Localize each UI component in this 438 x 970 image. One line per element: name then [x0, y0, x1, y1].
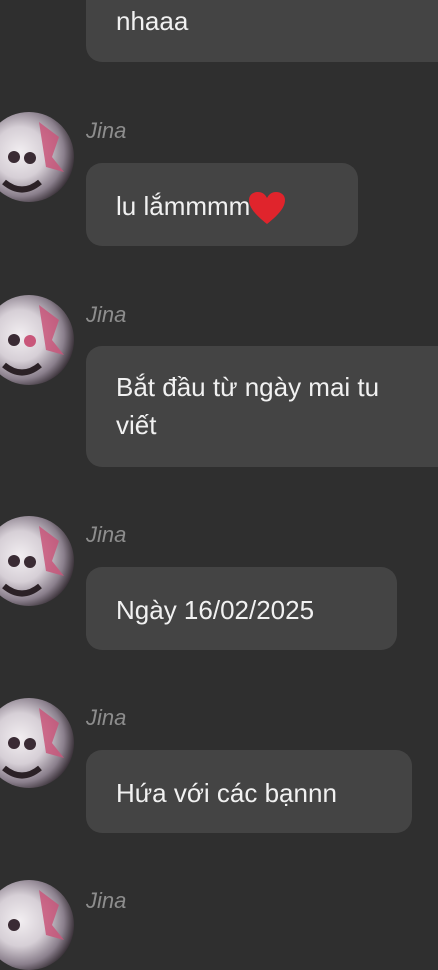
message-bubble[interactable]: Bắt đầu từ ngày mai tu viết	[86, 346, 438, 467]
message-text-line: viết	[116, 410, 157, 440]
avatar[interactable]	[0, 698, 74, 788]
sender-name: Jina	[86, 302, 127, 327]
avatar-icon	[8, 890, 64, 940]
heart-icon	[249, 192, 286, 225]
message-bubble[interactable]: Ngày 16/02/2025	[86, 567, 397, 650]
message-bubble[interactable]: Hứa với các bạnnn	[86, 750, 412, 833]
sender-name: Jina	[86, 522, 127, 547]
message-text: lu lắmmmm	[116, 191, 251, 221]
sender-name: Jina	[86, 118, 127, 143]
message-text: nhaaa	[116, 6, 189, 36]
avatar[interactable]	[0, 516, 74, 606]
sender-name: Jina	[86, 705, 127, 730]
avatar-icon	[2, 526, 64, 597]
message-text: Ngày 16/02/2025	[116, 595, 315, 625]
sender-name: Jina	[86, 888, 127, 913]
avatar[interactable]	[0, 880, 74, 970]
avatar-icon	[2, 305, 64, 376]
message-bubble[interactable]: lu lắmmmm	[86, 163, 358, 246]
avatar[interactable]	[0, 112, 74, 202]
avatar[interactable]	[0, 295, 74, 385]
message-text: Hứa với các bạnnn	[116, 778, 337, 808]
message-text-line: Bắt đầu từ ngày mai tu	[116, 372, 380, 402]
avatar-icon	[2, 708, 64, 779]
avatar-icon	[2, 122, 64, 193]
message-bubble[interactable]: nhaaa	[86, 0, 438, 62]
